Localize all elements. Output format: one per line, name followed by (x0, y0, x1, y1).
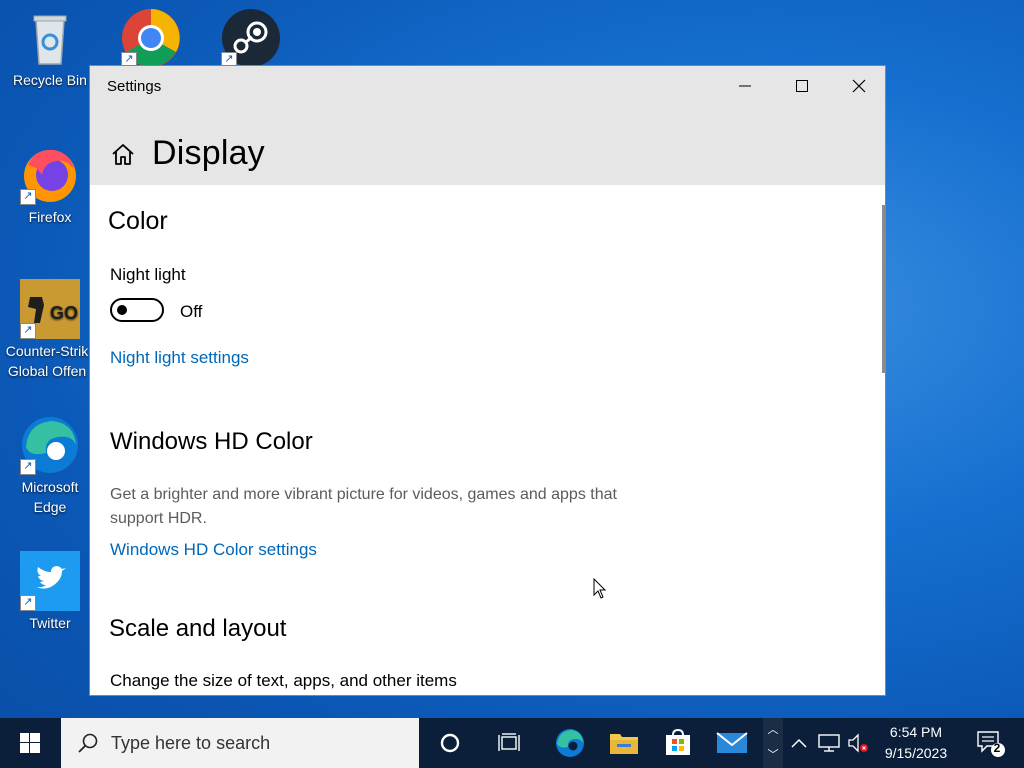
desktop-icon-label-line2: Edge (33, 499, 67, 515)
hd-description-line1: Get a brighter and more vibrant picture … (110, 486, 617, 503)
night-light-label: Night light (110, 265, 186, 284)
search-placeholder: Type here to search (111, 732, 271, 753)
edge-icon: ↗ (20, 415, 80, 475)
hd-color-settings-link[interactable]: Windows HD Color settings (110, 540, 317, 560)
shortcut-arrow-icon: ↗ (20, 595, 36, 611)
desktop-icon-label: Twitter (29, 615, 71, 631)
edge-icon (556, 729, 584, 757)
maximize-icon (795, 80, 808, 92)
section-heading-color: Color (108, 207, 168, 235)
chevron-up-tray-icon (791, 738, 807, 748)
chevron-down-icon[interactable]: ﹀ (763, 743, 783, 768)
shortcut-arrow-icon: ↗ (20, 459, 36, 475)
taskbar-clock[interactable]: 6:54 PM 9/15/2023 (870, 722, 962, 764)
taskbar-search-box[interactable]: Type here to search (61, 718, 419, 768)
desktop-icon-label: Recycle Bin (13, 72, 87, 88)
title-bar: Settings Display (90, 66, 885, 185)
notification-count-badge: 2 (993, 741, 1001, 755)
desktop-icon-twitter[interactable]: ↗ Twitter (8, 551, 92, 633)
taskbar-edge-button[interactable] (543, 718, 597, 768)
mail-icon (716, 732, 748, 753)
desktop-icon-label-line1: Counter-Strik (5, 343, 89, 359)
night-light-toggle[interactable] (110, 298, 164, 322)
chevron-up-icon[interactable]: ︿ (763, 718, 783, 743)
steam-icon: ↗ (221, 8, 281, 68)
page-title: Display (152, 134, 265, 172)
minimize-icon (738, 85, 751, 87)
svg-text:GO: GO (50, 303, 78, 323)
file-explorer-icon (610, 734, 638, 754)
scale-description: Change the size of text, apps, and other… (110, 671, 457, 690)
chrome-icon: ↗ (121, 8, 181, 68)
close-button[interactable] (830, 66, 885, 106)
clock-time: 6:54 PM (889, 724, 943, 740)
show-hidden-icons-button[interactable] (788, 718, 810, 768)
settings-window: Settings Display Color Night light Off N… (89, 65, 886, 696)
section-heading-hd-color: Windows HD Color (110, 428, 313, 455)
night-light-settings-link[interactable]: Night light settings (110, 348, 249, 368)
csgo-icon: GO ↗ (20, 279, 80, 339)
desktop-icon-steam[interactable]: ↗ (209, 8, 293, 70)
home-icon[interactable] (110, 141, 136, 167)
task-view-icon (498, 733, 520, 751)
volume-button[interactable] (846, 718, 870, 768)
clock-date: 9/15/2023 (884, 745, 948, 761)
action-center-button[interactable]: 2 (966, 718, 1014, 768)
search-icon (78, 733, 98, 753)
network-button[interactable] (816, 718, 842, 768)
toggle-knob (117, 305, 127, 315)
hd-color-description: Get a brighter and more vibrant picture … (110, 483, 690, 531)
desktop-icon-label: Firefox (28, 209, 72, 225)
desktop-icon-label-line2: Global Offen (7, 363, 87, 379)
start-button[interactable] (0, 718, 60, 768)
recycle-bin-icon (20, 8, 80, 68)
minimize-button[interactable] (716, 66, 773, 106)
close-icon (852, 79, 865, 93)
desktop-icon-label-line1: Microsoft (21, 479, 79, 495)
taskbar-scroll[interactable]: ︿ ﹀ (763, 718, 783, 768)
maximize-button[interactable] (773, 66, 830, 106)
shortcut-arrow-icon: ↗ (20, 323, 36, 339)
window-title: Settings (107, 78, 162, 95)
hd-description-line2: support HDR. (110, 510, 207, 527)
settings-content: Color Night light Off Night light settin… (90, 185, 885, 695)
scrollbar-thumb[interactable] (882, 205, 885, 373)
desktop-icon-firefox[interactable]: ↗ Firefox (8, 145, 92, 227)
file-explorer-button[interactable] (597, 718, 651, 768)
store-icon (666, 729, 690, 755)
task-view-button[interactable] (483, 718, 537, 768)
page-header: Display (110, 134, 265, 173)
windows-logo-icon (20, 733, 40, 753)
taskbar: Type here to search ︿ ﹀ 6:54 PM 9/15/202… (0, 718, 1024, 768)
section-heading-scale: Scale and layout (109, 615, 287, 642)
desktop-icon-recycle-bin[interactable]: Recycle Bin (8, 8, 92, 90)
mail-button[interactable] (705, 718, 759, 768)
twitter-icon: ↗ (20, 551, 80, 611)
desktop-icon-chrome[interactable]: ↗ (109, 8, 193, 70)
volume-muted-icon (848, 733, 868, 753)
mouse-cursor-icon (593, 578, 607, 599)
night-light-state: Off (180, 302, 203, 321)
firefox-icon: ↗ (20, 145, 80, 205)
desktop-icon-csgo[interactable]: GO ↗ Counter-Strik Global Offen (6, 279, 92, 381)
network-icon (818, 734, 840, 752)
store-button[interactable] (651, 718, 705, 768)
cortana-icon (440, 733, 460, 753)
shortcut-arrow-icon: ↗ (20, 189, 36, 205)
cortana-button[interactable] (423, 718, 477, 768)
desktop-icon-edge[interactable]: ↗ Microsoft Edge (8, 415, 92, 517)
